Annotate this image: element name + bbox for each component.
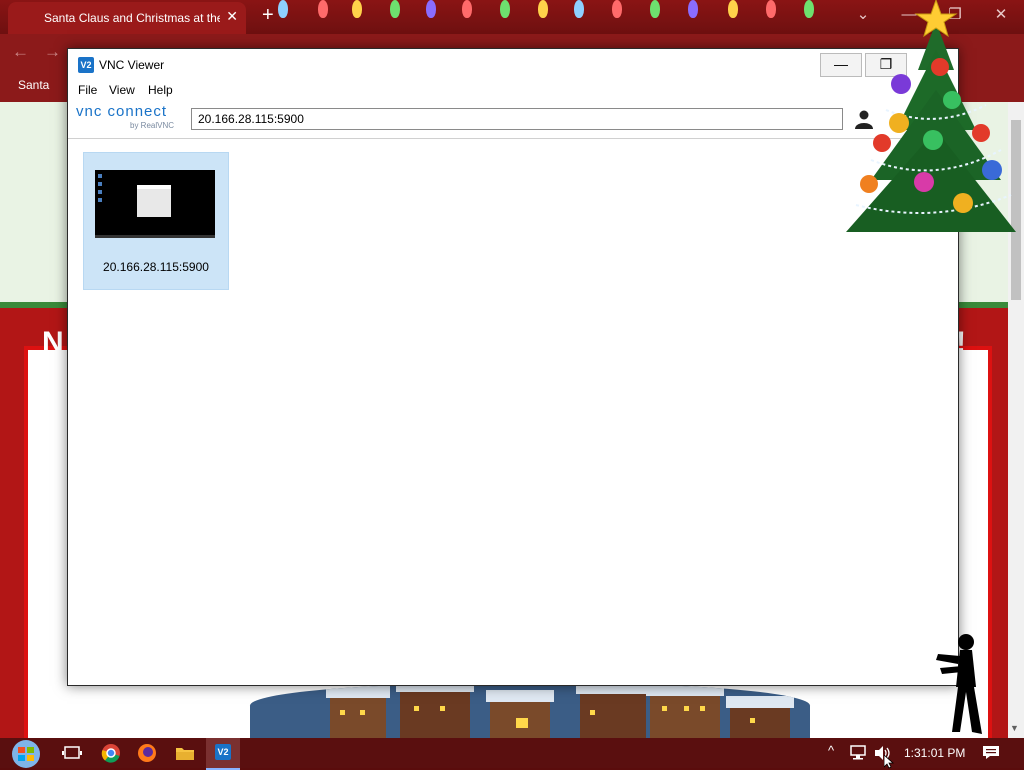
remote-desktop-thumbnail: [95, 170, 215, 238]
vnc-connect-logo: vnc connect: [76, 103, 168, 120]
browser-tab-title: Santa Claus and Christmas at the: [44, 11, 220, 25]
vnc-viewer-window: V2 VNC Viewer — ❐ File View Help vnc con…: [67, 48, 959, 686]
christmas-tree-decoration: [846, 0, 1016, 232]
chrome-icon[interactable]: [101, 743, 121, 763]
connection-tile[interactable]: 20.166.28.115:5900: [83, 152, 229, 290]
light-bulb-icon: [688, 0, 698, 18]
light-bulb-icon: [574, 0, 584, 18]
light-bulb-icon: [318, 0, 328, 18]
action-center-icon[interactable]: [982, 745, 1000, 760]
light-bulb-icon: [500, 0, 510, 18]
light-bulb-icon: [766, 0, 776, 18]
vnc-app-icon: V2: [78, 57, 94, 73]
light-bulb-icon: [462, 0, 472, 18]
show-hidden-icons-chevron-icon[interactable]: ^: [828, 743, 834, 758]
vnc-toolbar: vnc connect by RealVNC: [68, 102, 958, 139]
address-book-area: 20.166.28.115:5900: [68, 139, 958, 685]
windows-taskbar: V2 ^ 1:31:01 PM: [0, 738, 1024, 770]
scroll-down-arrow-icon[interactable]: ▼: [1010, 723, 1019, 733]
bookmark-santa[interactable]: Santa: [18, 78, 49, 92]
light-bulb-icon: [390, 0, 400, 18]
address-input[interactable]: [191, 108, 843, 130]
mouse-cursor-icon: [884, 755, 894, 769]
browser-tab[interactable]: Santa Claus and Christmas at the ✕: [8, 2, 246, 34]
vnc-titlebar[interactable]: V2 VNC Viewer — ❐: [68, 49, 958, 80]
new-tab-button[interactable]: +: [262, 4, 274, 27]
light-bulb-icon: [426, 0, 436, 18]
dancing-figure-decoration: [936, 634, 982, 734]
forward-icon[interactable]: →: [44, 42, 61, 62]
light-bulb-icon: [650, 0, 660, 18]
file-explorer-icon[interactable]: [175, 743, 195, 763]
menu-view[interactable]: View: [109, 83, 135, 97]
task-view-icon[interactable]: [62, 743, 82, 763]
vnc-taskbar-icon: V2: [215, 744, 231, 760]
windows-start-icon[interactable]: [8, 739, 44, 769]
vnc-logo-subtitle: by RealVNC: [130, 121, 175, 130]
menu-file[interactable]: File: [78, 83, 97, 97]
tab-close-icon[interactable]: ✕: [226, 8, 238, 25]
firefox-icon[interactable]: [137, 743, 157, 763]
back-icon[interactable]: ←: [12, 42, 29, 62]
christmas-village-image: [250, 684, 810, 738]
menu-bar: File View Help: [68, 80, 958, 102]
page-heading-start: N: [42, 326, 64, 359]
light-bulb-icon: [612, 0, 622, 18]
light-bulb-icon: [352, 0, 362, 18]
network-icon[interactable]: [849, 745, 867, 761]
connection-label: 20.166.28.115:5900: [103, 260, 209, 274]
light-bulb-icon: [804, 0, 814, 18]
light-bulb-icon: [538, 0, 548, 18]
taskbar-clock[interactable]: 1:31:01 PM: [904, 746, 965, 760]
light-bulb-icon: [728, 0, 738, 18]
light-bulb-icon: [278, 0, 288, 18]
vnc-viewer-taskbar-button[interactable]: V2: [206, 738, 240, 770]
menu-help[interactable]: Help: [148, 83, 173, 97]
window-title: VNC Viewer: [99, 58, 165, 72]
